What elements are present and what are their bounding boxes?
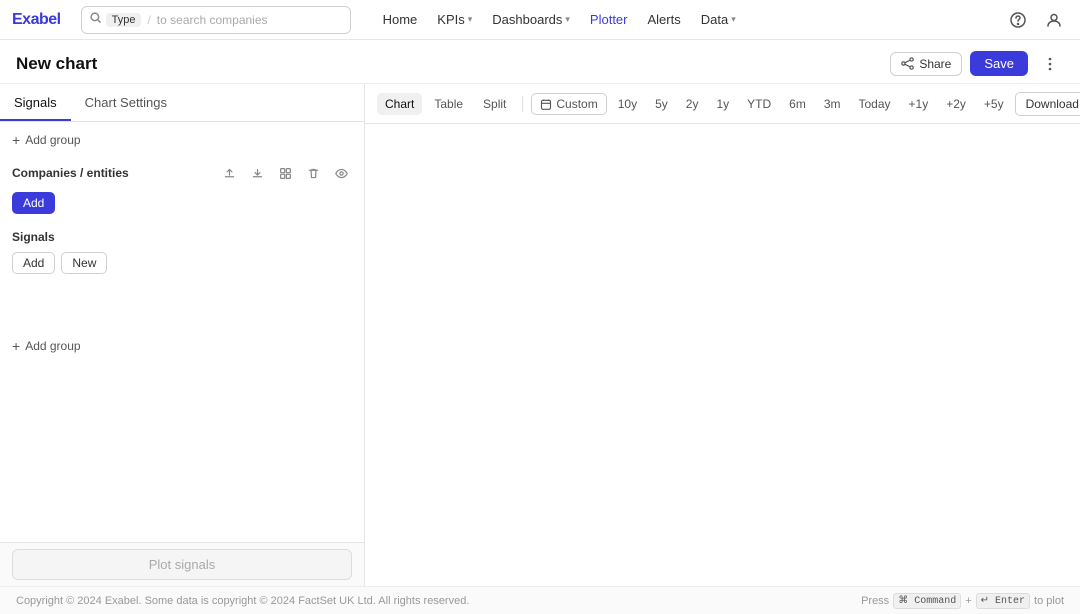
chevron-down-icon: ▾ <box>731 14 736 25</box>
time-3m[interactable]: 3m <box>817 94 848 114</box>
right-panel: Chart Table Split Custom 10y 5y 2y 1y YT… <box>365 84 1080 586</box>
signals-new-button[interactable]: New <box>61 252 107 274</box>
trash-icon[interactable] <box>302 162 324 184</box>
page-actions: Share Save <box>890 50 1064 78</box>
topnav-right <box>1004 6 1068 34</box>
enter-key: ↵ Enter <box>976 593 1030 609</box>
companies-section-header: Companies / entities <box>0 154 364 188</box>
companies-add-button[interactable]: Add <box>12 192 55 214</box>
eye-icon[interactable] <box>330 162 352 184</box>
logo[interactable]: Exabel <box>12 11 61 29</box>
chart-tab-table[interactable]: Table <box>426 93 471 115</box>
add-group-button-bottom[interactable]: + Add group <box>12 338 352 354</box>
add-group-button-top[interactable]: + Add group <box>12 132 81 148</box>
plus-icon: + <box>12 132 20 148</box>
download-button[interactable]: Download ▾ <box>1015 92 1080 116</box>
chevron-down-icon: ▾ <box>468 14 473 25</box>
time-ytd[interactable]: YTD <box>740 94 778 114</box>
signals-section-header: Signals <box>0 222 364 248</box>
download-icon[interactable] <box>246 162 268 184</box>
time-5y[interactable]: 5y <box>648 94 675 114</box>
signals-add-row: Add New <box>0 248 364 278</box>
signals-add-button[interactable]: Add <box>12 252 55 274</box>
companies-actions <box>218 162 352 184</box>
save-button[interactable]: Save <box>970 51 1028 76</box>
time-plus1y[interactable]: +1y <box>902 94 936 114</box>
footer: Copyright © 2024 Exabel. Some data is co… <box>0 586 1080 614</box>
nav-dashboards[interactable]: Dashboards ▾ <box>484 8 578 31</box>
upload-icon[interactable] <box>218 162 240 184</box>
add-group-label: Add group <box>25 133 80 147</box>
chart-area <box>365 124 1080 586</box>
copyright-text: Copyright © 2024 Exabel. Some data is co… <box>16 595 469 607</box>
toolbar-divider <box>522 96 523 112</box>
chart-tab-split[interactable]: Split <box>475 93 514 115</box>
search-icon <box>90 12 102 27</box>
signals-section: Signals Add New <box>0 222 364 278</box>
nav-data[interactable]: Data ▾ <box>693 8 744 31</box>
custom-date-button[interactable]: Custom <box>531 93 606 115</box>
help-button[interactable] <box>1004 6 1032 34</box>
keyboard-shortcut-hint: Press ⌘ Command + ↵ Enter to plot <box>861 593 1064 609</box>
download-label: Download <box>1026 97 1079 111</box>
share-label: Share <box>919 57 951 71</box>
time-1y[interactable]: 1y <box>709 94 736 114</box>
time-plus2y[interactable]: +2y <box>939 94 973 114</box>
grid-icon[interactable] <box>274 162 296 184</box>
tab-chart-settings[interactable]: Chart Settings <box>71 87 181 121</box>
chevron-down-icon: ▾ <box>565 14 570 25</box>
main-layout: Signals Chart Settings + Add group Compa… <box>0 84 1080 586</box>
add-group-bottom-wrapper: + Add group <box>0 338 364 354</box>
signals-title: Signals <box>12 230 55 244</box>
nav-plotter[interactable]: Plotter <box>582 8 636 31</box>
top-navigation: Exabel Type / to search companies Home K… <box>0 0 1080 40</box>
add-group-top: + Add group <box>0 122 364 154</box>
page-title: New chart <box>16 54 97 74</box>
share-button[interactable]: Share <box>890 52 962 76</box>
page-header: New chart Share Save <box>0 40 1080 84</box>
add-group-label-bottom: Add group <box>25 339 80 353</box>
shortcut-prefix: Press <box>861 595 889 607</box>
chart-toolbar-right: Download ▾ <box>1015 92 1080 116</box>
search-bar[interactable]: Type / to search companies <box>81 6 351 34</box>
chart-tab-chart[interactable]: Chart <box>377 93 422 115</box>
time-today[interactable]: Today <box>851 94 897 114</box>
search-input-placeholder: to search companies <box>157 13 268 27</box>
time-6m[interactable]: 6m <box>782 94 813 114</box>
shortcut-suffix: to plot <box>1034 595 1064 607</box>
nav-links: Home KPIs ▾ Dashboards ▾ Plotter Alerts … <box>375 8 744 31</box>
nav-kpis[interactable]: KPIs ▾ <box>429 8 480 31</box>
time-2y[interactable]: 2y <box>679 94 706 114</box>
companies-title: Companies / entities <box>12 166 129 180</box>
plus-icon: + <box>12 338 20 354</box>
shortcut-plus: + <box>965 595 971 607</box>
search-type-tag: Type <box>106 13 142 27</box>
command-key: ⌘ Command <box>893 593 961 609</box>
tab-signals[interactable]: Signals <box>0 87 71 121</box>
plot-signals-button[interactable]: Plot signals <box>12 549 352 580</box>
user-button[interactable] <box>1040 6 1068 34</box>
nav-alerts[interactable]: Alerts <box>640 8 689 31</box>
left-panel: Signals Chart Settings + Add group Compa… <box>0 84 365 586</box>
more-options-button[interactable] <box>1036 50 1064 78</box>
nav-home[interactable]: Home <box>375 8 426 31</box>
left-tabs: Signals Chart Settings <box>0 84 364 122</box>
companies-add-row: Add <box>0 188 364 218</box>
time-10y[interactable]: 10y <box>611 94 644 114</box>
chart-toolbar: Chart Table Split Custom 10y 5y 2y 1y YT… <box>365 84 1080 124</box>
plot-signals-bar: Plot signals <box>0 542 364 586</box>
custom-btn-label: Custom <box>556 97 597 111</box>
search-divider: / <box>147 13 150 27</box>
left-content: + Add group Companies / entities <box>0 122 364 542</box>
time-plus5y[interactable]: +5y <box>977 94 1011 114</box>
